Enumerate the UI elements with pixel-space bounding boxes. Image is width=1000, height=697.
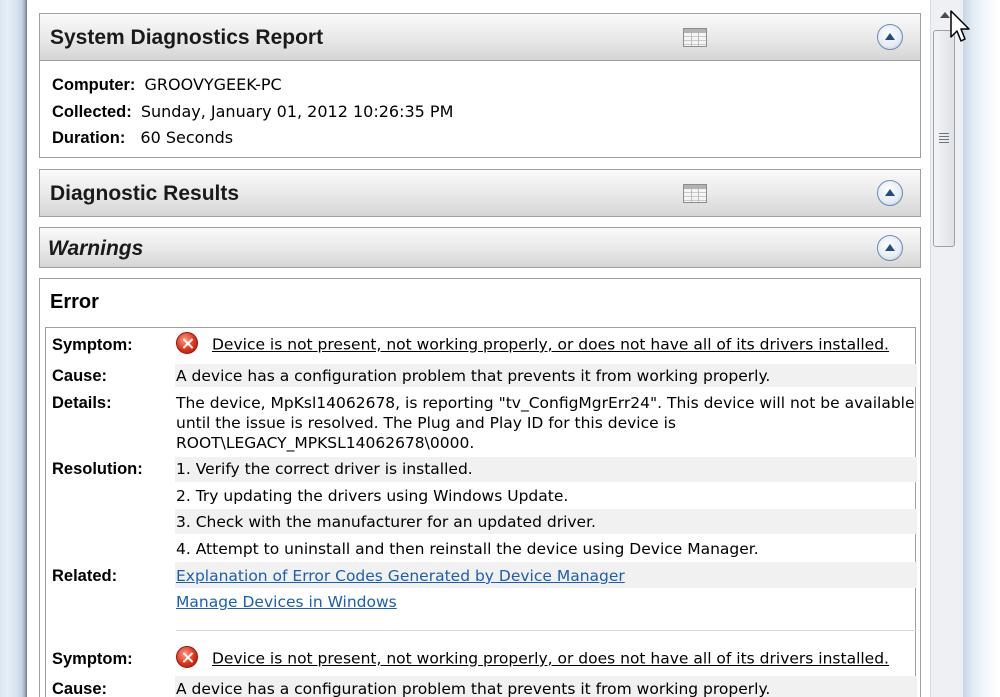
collapse-up-icon[interactable] bbox=[877, 24, 903, 50]
symptom-text: Device is not present, not working prope… bbox=[212, 649, 889, 668]
table-icon[interactable] bbox=[683, 184, 707, 203]
cause-value: A device has a configuration problem tha… bbox=[176, 367, 771, 385]
related-link-manage-devices[interactable]: Manage Devices in Windows bbox=[176, 593, 397, 611]
scrollbar-thumb[interactable] bbox=[933, 30, 955, 247]
cause-value: A device has a configuration problem tha… bbox=[176, 680, 771, 697]
warnings-title: Warnings bbox=[48, 237, 144, 260]
error-detail-table: Symptom: Device is not present, not work… bbox=[45, 327, 917, 697]
report-title: System Diagnostics Report bbox=[50, 26, 324, 49]
symptom-value: Device is not present, not working prope… bbox=[176, 646, 889, 670]
error-title: Error bbox=[50, 291, 99, 313]
report-section-header[interactable]: System Diagnostics Report bbox=[39, 13, 921, 61]
error-icon bbox=[176, 332, 198, 354]
collected-row: Collected: Sunday, January 01, 2012 10:2… bbox=[52, 102, 453, 122]
entry-divider bbox=[176, 630, 916, 631]
details-value: The device, MpKsl14062678, is reporting … bbox=[176, 394, 915, 452]
vertical-scrollbar[interactable] bbox=[930, 0, 963, 697]
resolution-step: 1. Verify the correct driver is installe… bbox=[176, 460, 473, 478]
mouse-pointer-icon bbox=[950, 10, 970, 42]
diagnostic-results-header[interactable]: Diagnostic Results bbox=[39, 169, 921, 217]
duration-label: Duration: bbox=[52, 129, 126, 147]
resolution-step: 3. Check with the manufacturer for an up… bbox=[176, 513, 596, 531]
grip-icon bbox=[939, 133, 949, 145]
warnings-header[interactable]: Warnings bbox=[39, 227, 921, 268]
window-frame-right bbox=[963, 0, 1000, 697]
collapse-up-icon[interactable] bbox=[877, 235, 903, 261]
collected-value: Sunday, January 01, 2012 10:26:35 PM bbox=[140, 102, 454, 121]
cause-label: Cause: bbox=[52, 367, 108, 385]
computer-label: Computer: bbox=[52, 76, 136, 94]
report-content: System Diagnostics Report Computer: GROO… bbox=[27, 0, 930, 697]
cause-label: Cause: bbox=[52, 680, 108, 697]
duration-row: Duration: 60 Seconds bbox=[52, 128, 233, 148]
collected-label: Collected: bbox=[52, 103, 132, 121]
symptom-text: Device is not present, not working prope… bbox=[212, 335, 889, 354]
computer-value: GROOVYGEEK-PC bbox=[144, 75, 282, 94]
related-label: Related: bbox=[52, 567, 118, 585]
symptom-label: Symptom: bbox=[52, 336, 133, 354]
related-link-error-codes[interactable]: Explanation of Error Codes Generated by … bbox=[176, 567, 625, 585]
resolution-step: 2. Try updating the drivers using Window… bbox=[176, 487, 569, 505]
computer-row: Computer: GROOVYGEEK-PC bbox=[52, 75, 282, 95]
symptom-value: Device is not present, not working prope… bbox=[176, 332, 889, 356]
resolution-label: Resolution: bbox=[52, 460, 143, 478]
window-frame-left bbox=[0, 0, 27, 697]
resolution-step: 4. Attempt to uninstall and then reinsta… bbox=[176, 540, 759, 558]
duration-value: 60 Seconds bbox=[140, 128, 234, 147]
diagnostic-results-title: Diagnostic Results bbox=[50, 182, 240, 205]
collapse-up-icon[interactable] bbox=[877, 180, 903, 206]
table-icon[interactable] bbox=[683, 28, 707, 47]
error-icon bbox=[176, 646, 198, 668]
scroll-up-arrow-icon[interactable] bbox=[940, 12, 950, 18]
details-label: Details: bbox=[52, 394, 112, 412]
symptom-label: Symptom: bbox=[52, 650, 133, 668]
